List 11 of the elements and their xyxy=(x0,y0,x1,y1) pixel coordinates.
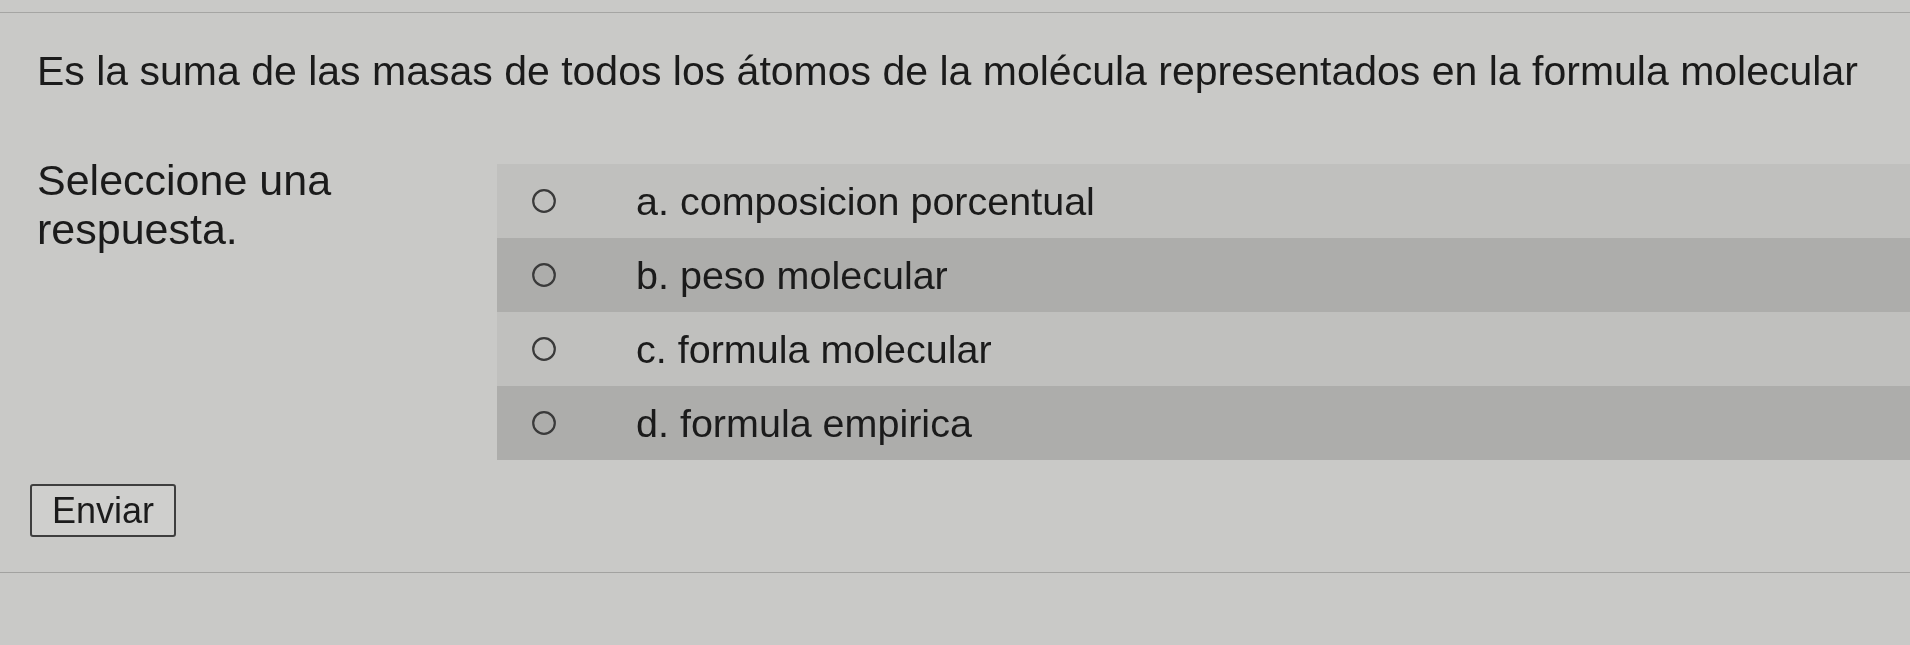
answer-prompt: Seleccione una respuesta. xyxy=(37,156,333,254)
radio-button[interactable] xyxy=(532,337,556,361)
option-label[interactable]: b. peso molecular xyxy=(636,252,948,298)
submit-button[interactable]: Enviar xyxy=(30,484,177,537)
option-label[interactable]: d. formula empirica xyxy=(636,400,972,446)
radio-button[interactable] xyxy=(532,411,556,435)
option-label[interactable]: a. composicion porcentual xyxy=(636,178,1095,224)
radio-button[interactable] xyxy=(532,263,556,287)
radio-button[interactable] xyxy=(532,189,556,213)
question-text: Es la suma de las masas de todos los átomos de la molécula representados en la formula molecular xyxy=(37,47,1858,95)
option-label[interactable]: c. formula molecular xyxy=(636,326,992,372)
